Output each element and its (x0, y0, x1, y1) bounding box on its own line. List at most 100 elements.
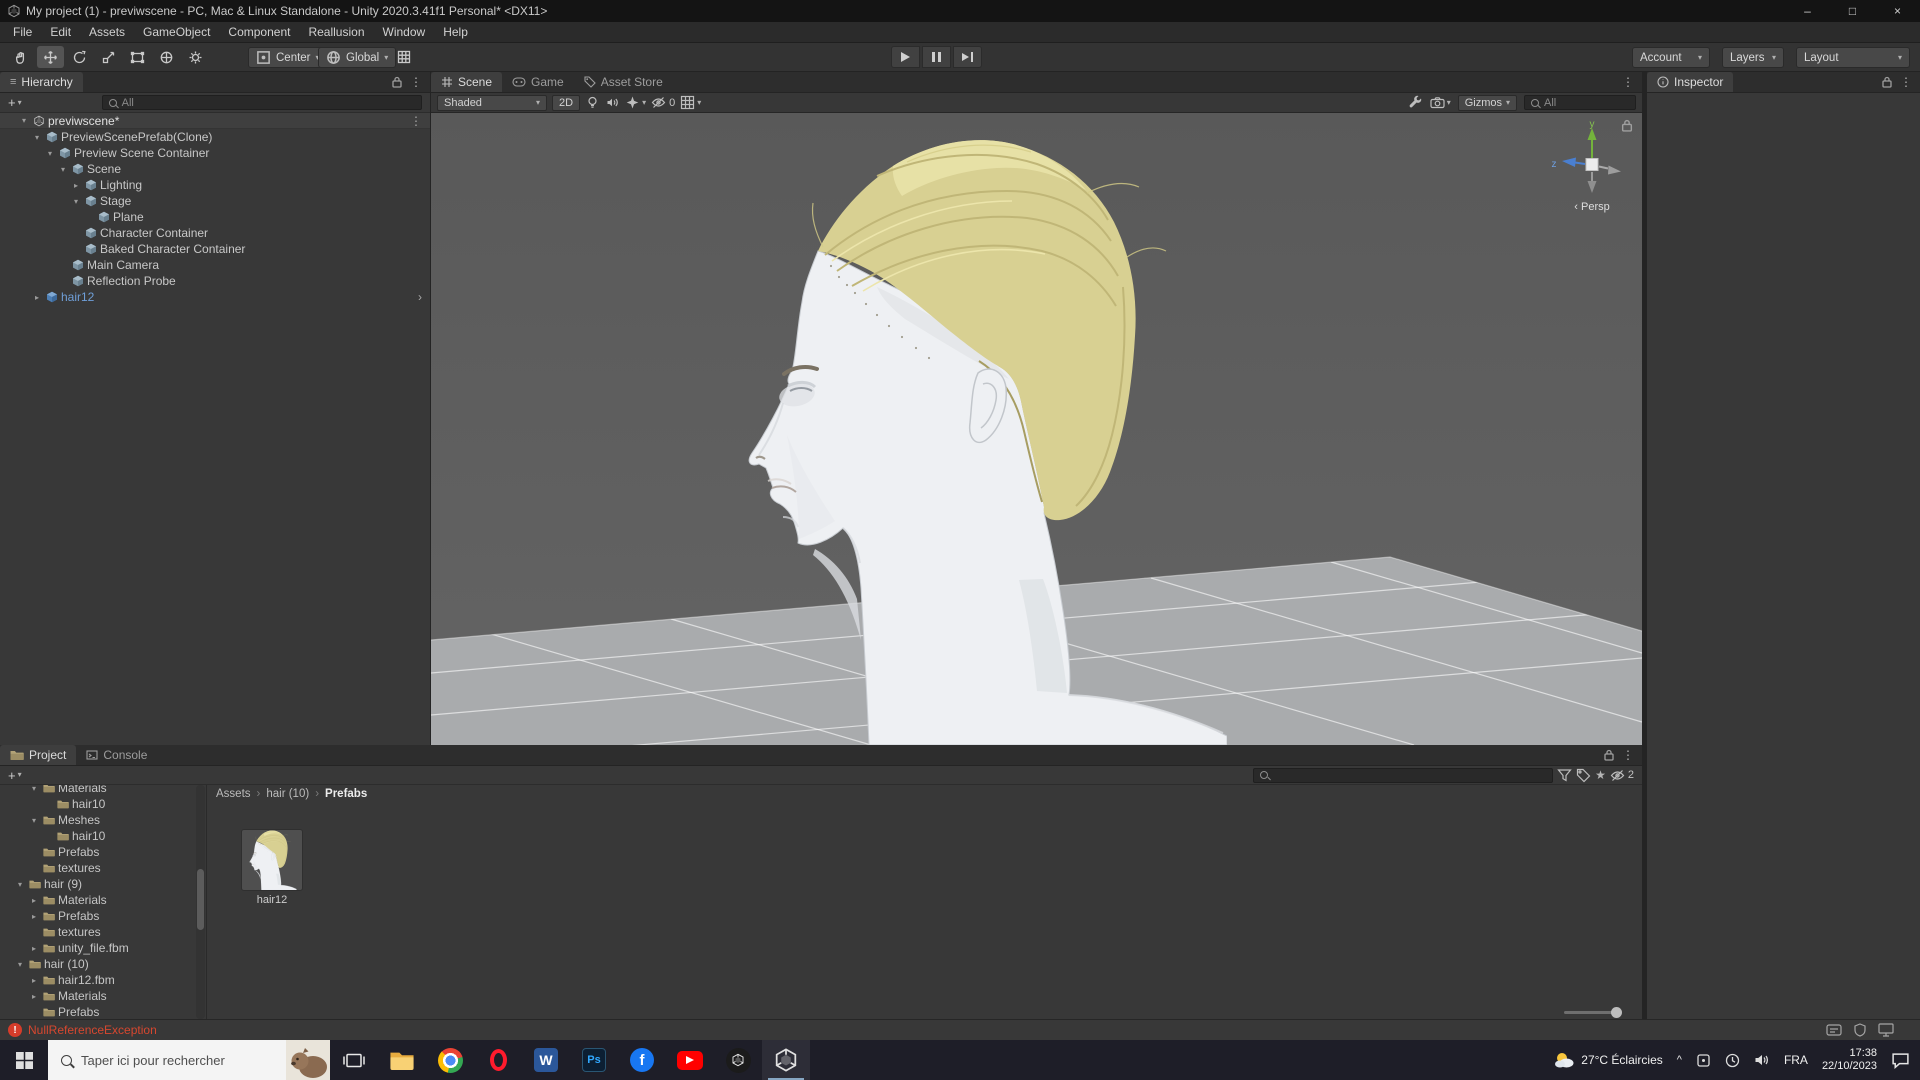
folder-row[interactable]: textures (0, 860, 206, 876)
scene-viewport[interactable]: y z ‹ Persp (431, 113, 1642, 745)
scale-tool-icon[interactable] (95, 46, 122, 68)
taskbar-word[interactable]: W (522, 1040, 570, 1080)
shading-mode-dropdown[interactable]: Shaded ▾ (437, 94, 547, 111)
pivot-toggle-button[interactable]: Center ▾ (248, 47, 328, 68)
menu-file[interactable]: File (4, 22, 41, 42)
perspective-label[interactable]: ‹ Persp (1547, 201, 1637, 213)
menu-gameobject[interactable]: GameObject (134, 22, 219, 42)
menu-component[interactable]: Component (219, 22, 299, 42)
foldout-icon[interactable]: ▾ (14, 960, 26, 969)
hierarchy-row[interactable]: ▾ Stage (0, 193, 430, 209)
menu-edit[interactable]: Edit (41, 22, 80, 42)
hierarchy-row-prefab[interactable]: ▸ hair12 › (0, 289, 430, 305)
scene-audio-icon[interactable] (605, 95, 620, 110)
hierarchy-row[interactable]: Reflection Probe (0, 273, 430, 289)
action-center-icon[interactable] (1891, 1052, 1910, 1069)
foldout-icon[interactable]: ▾ (44, 149, 56, 158)
menu-reallusion[interactable]: Reallusion (299, 22, 373, 42)
weather-widget[interactable]: 27°C Éclaircies (1553, 1050, 1663, 1070)
create-object-button[interactable]: + ▾ (8, 95, 22, 110)
taskbar-opera[interactable] (474, 1040, 522, 1080)
scene-3d-render[interactable]: y z (431, 113, 1642, 745)
create-asset-button[interactable]: + ▾ (8, 768, 22, 783)
axis-z-label[interactable]: z (1552, 159, 1557, 170)
folder-row[interactable]: hair10 (0, 828, 206, 844)
axis-neg-y-cone[interactable] (1587, 181, 1597, 193)
folder-row[interactable]: ▾ Meshes (0, 812, 206, 828)
foldout-icon[interactable]: ▸ (28, 912, 40, 921)
move-tool-icon[interactable] (37, 46, 64, 68)
scene-orientation-gizmo[interactable]: y z (1552, 119, 1622, 193)
foldout-icon[interactable]: ▾ (31, 133, 43, 142)
foldout-icon[interactable]: ▾ (28, 816, 40, 825)
folder-row[interactable]: ▾ hair (9) (0, 876, 206, 892)
menu-help[interactable]: Help (434, 22, 477, 42)
status-tray-icon[interactable] (1853, 1023, 1867, 1037)
foldout-icon[interactable]: ▾ (14, 880, 26, 889)
folder-row[interactable]: Prefabs (0, 844, 206, 860)
search-by-type-icon[interactable] (1557, 768, 1572, 783)
folder-row[interactable]: ▸ Materials (0, 988, 206, 1004)
step-button[interactable] (953, 46, 982, 68)
foldout-icon[interactable]: ▾ (18, 116, 30, 125)
hierarchy-row[interactable]: Baked Character Container (0, 241, 430, 257)
persp-collapse-icon[interactable]: ‹ (1574, 201, 1578, 213)
folder-row[interactable]: textures (0, 924, 206, 940)
foldout-icon[interactable]: ▸ (28, 944, 40, 953)
breadcrumb-folder[interactable]: hair (10) (266, 788, 309, 800)
folder-row[interactable]: ▸ Prefabs (0, 908, 206, 924)
folder-row[interactable]: Prefabs (0, 1004, 206, 1019)
tab-asset-store[interactable]: Asset Store (574, 72, 673, 92)
grid-visibility-dropdown[interactable]: ▾ (680, 95, 701, 110)
hierarchy-row-scene[interactable]: ▾ previwscene* ⋮ (0, 113, 430, 129)
tree-scrollbar[interactable] (196, 785, 205, 1019)
kebab-menu-icon[interactable]: ⋮ (410, 75, 422, 89)
thumbnail-zoom-slider[interactable] (1564, 1007, 1622, 1018)
taskbar-unity-editor[interactable] (762, 1040, 810, 1080)
scene-search-input[interactable]: All (1524, 95, 1636, 110)
gizmo-center-cube[interactable] (1585, 158, 1599, 171)
tab-project[interactable]: Project (0, 745, 77, 765)
asset-item-hair12[interactable]: hair12 (240, 829, 304, 906)
project-search-input[interactable] (1253, 767, 1554, 783)
folder-row[interactable]: ▾ Materials (0, 785, 206, 796)
status-bar[interactable]: ! NullReferenceException (0, 1019, 1920, 1040)
start-button[interactable] (0, 1040, 48, 1080)
taskbar-facebook[interactable]: f (618, 1040, 666, 1080)
close-button[interactable]: × (1875, 0, 1920, 22)
maximize-button[interactable]: □ (1830, 0, 1875, 22)
gizmos-dropdown[interactable]: Gizmos ▾ (1457, 94, 1517, 111)
foldout-icon[interactable]: ▾ (70, 197, 82, 206)
editor-tools-icon[interactable] (1408, 95, 1423, 110)
foldout-icon[interactable]: ▸ (70, 181, 82, 190)
gizmo-lock-icon[interactable] (1621, 119, 1633, 132)
rotate-tool-icon[interactable] (66, 46, 93, 68)
hidden-icons-chevron[interactable]: ^ (1677, 1054, 1682, 1066)
kebab-menu-icon[interactable]: ⋮ (1622, 75, 1634, 89)
kebab-menu-icon[interactable]: ⋮ (1900, 75, 1912, 89)
space-toggle-button[interactable]: Global ▾ (318, 47, 397, 68)
breadcrumb-current[interactable]: Prefabs (325, 788, 367, 800)
search-highlight-wombat-image[interactable] (286, 1040, 330, 1080)
taskbar-search-input[interactable]: Taper ici pour rechercher (48, 1040, 330, 1080)
hidden-packages-toggle[interactable]: 2 (1610, 768, 1634, 783)
tab-hierarchy[interactable]: ≡ Hierarchy (0, 72, 83, 92)
breadcrumb-root[interactable]: Assets (216, 788, 251, 800)
task-view-button[interactable] (330, 1040, 378, 1080)
taskbar-youtube[interactable] (666, 1040, 714, 1080)
foldout-icon[interactable]: ▸ (28, 992, 40, 1001)
menu-assets[interactable]: Assets (80, 22, 134, 42)
favorites-star-icon[interactable]: ★ (1595, 768, 1606, 782)
foldout-icon[interactable]: ▾ (57, 165, 69, 174)
taskbar-chrome[interactable] (426, 1040, 474, 1080)
folder-row[interactable]: ▸ hair12.fbm (0, 972, 206, 988)
folder-row[interactable]: ▾ hair (10) (0, 956, 206, 972)
prefab-open-chevron[interactable]: › (418, 290, 430, 304)
2d-toggle-button[interactable]: 2D (552, 94, 581, 111)
account-dropdown[interactable]: Account ▾ (1632, 47, 1710, 68)
hierarchy-row[interactable]: Main Camera (0, 257, 430, 273)
tray-clock-icon[interactable] (1725, 1053, 1740, 1068)
hidden-objects-toggle[interactable]: 0 (651, 95, 675, 110)
folder-row[interactable]: hair10 (0, 796, 206, 812)
hierarchy-row[interactable]: ▸ Lighting (0, 177, 430, 193)
